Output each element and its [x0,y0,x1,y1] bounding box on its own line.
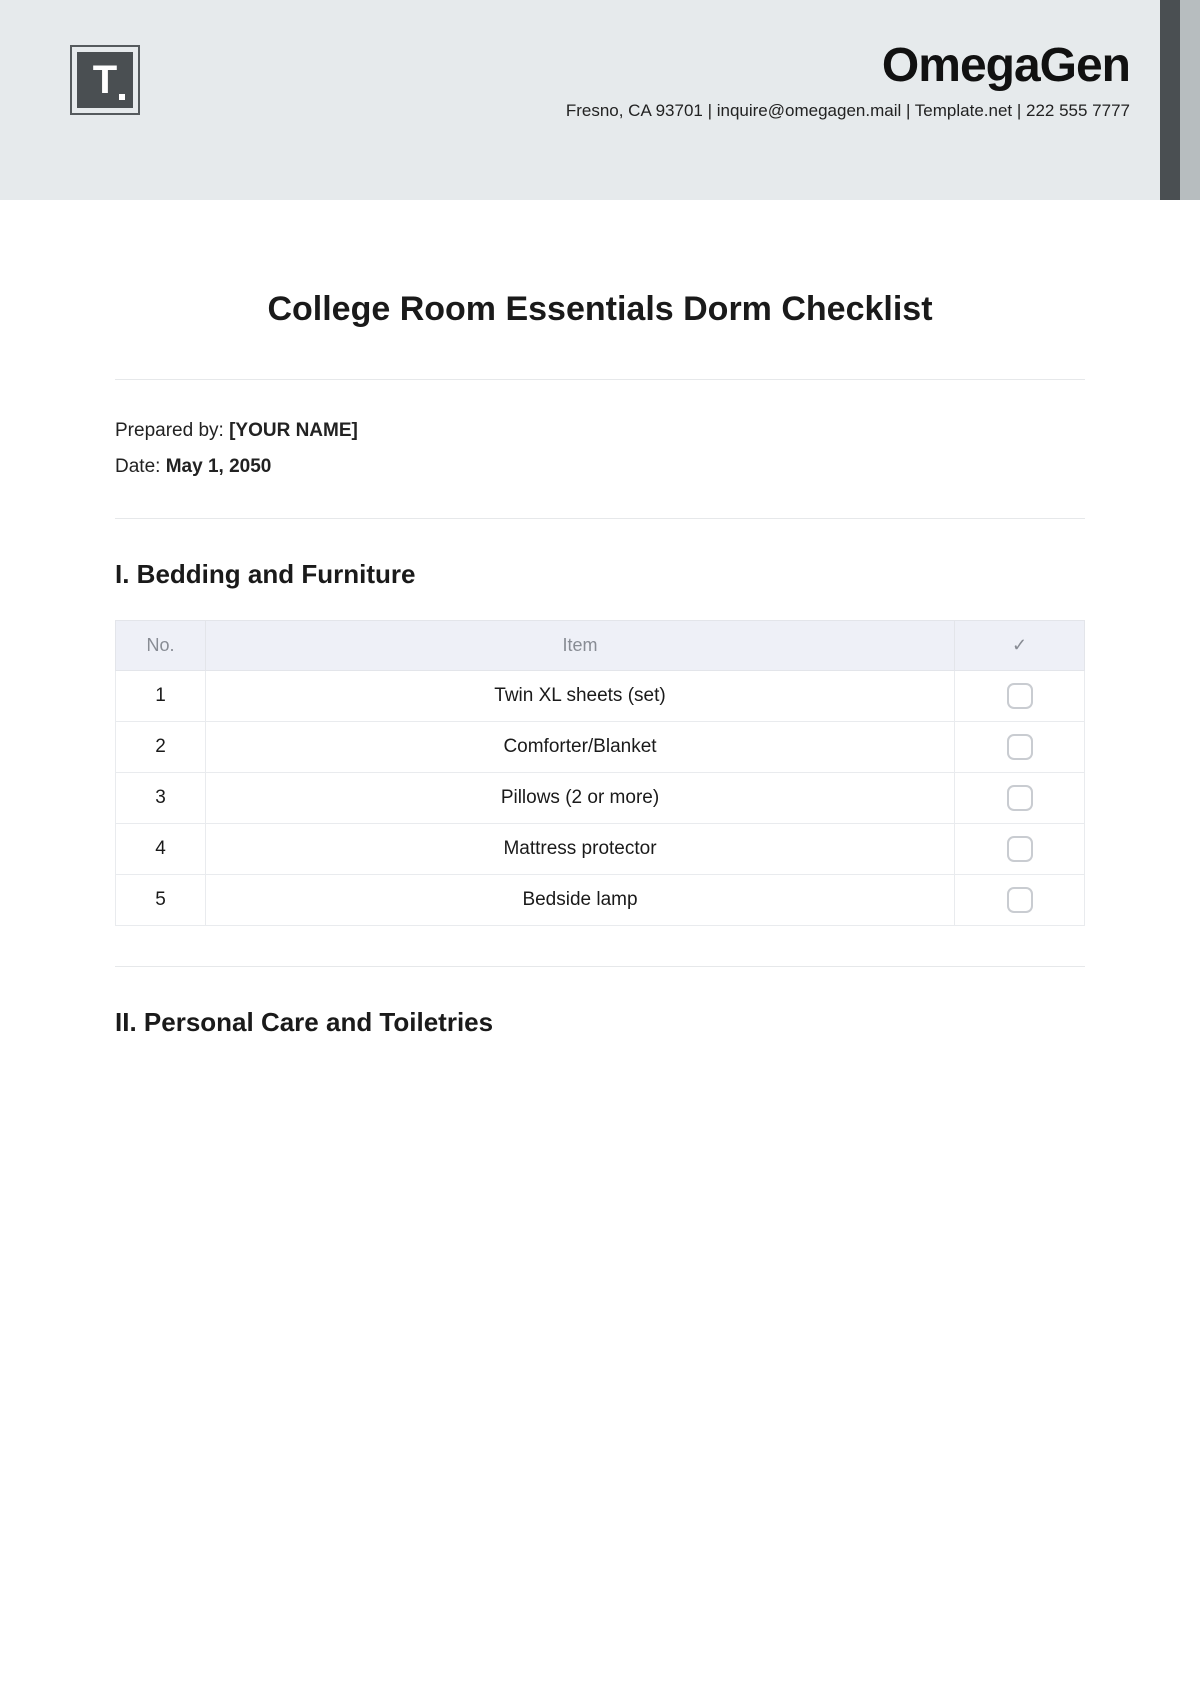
cell-no: 3 [116,773,206,824]
prepared-by-label: Prepared by: [115,420,229,441]
table-row: 3Pillows (2 or more) [116,773,1085,824]
date-line: Date: May 1, 2050 [115,456,1085,478]
divider [115,379,1085,380]
cell-item: Mattress protector [206,824,955,875]
cell-check [955,671,1085,722]
section-title: II. Personal Care and Toiletries [115,1007,1085,1038]
checkbox[interactable] [1007,836,1033,862]
column-header-no: No. [116,621,206,671]
cell-no: 4 [116,824,206,875]
checkbox[interactable] [1007,785,1033,811]
cell-check [955,722,1085,773]
section-title: I. Bedding and Furniture [115,559,1085,590]
cell-check [955,875,1085,926]
header-accent-light [1180,0,1200,200]
checklist-table: No.Item ✓ 1Twin XL sheets (set)2Comforter/… [115,620,1085,926]
header-accent-dark [1160,0,1180,200]
date-value: May 1, 2050 [166,456,272,477]
cell-no: 1 [116,671,206,722]
prepared-by-line: Prepared by: [YOUR NAME] [115,420,1085,442]
column-header-check: ✓ [955,621,1085,671]
brand-contact-info: Fresno, CA 93701 | inquire@omegagen.mail… [566,101,1130,121]
logo-letter: T [77,52,133,108]
checkbox[interactable] [1007,887,1033,913]
cell-item: Comforter/Blanket [206,722,955,773]
brand-block: OmegaGen Fresno, CA 93701 | inquire@omeg… [566,38,1130,121]
document-title: College Room Essentials Dorm Checklist [115,290,1085,329]
logo: T [70,45,140,115]
table-row: 2Comforter/Blanket [116,722,1085,773]
divider [115,518,1085,519]
header-band: T OmegaGen Fresno, CA 93701 | inquire@om… [0,0,1200,200]
divider [115,966,1085,967]
cell-item: Pillows (2 or more) [206,773,955,824]
cell-item: Bedside lamp [206,875,955,926]
date-label: Date: [115,456,166,477]
table-row: 4Mattress protector [116,824,1085,875]
cell-item: Twin XL sheets (set) [206,671,955,722]
cell-no: 2 [116,722,206,773]
cell-check [955,773,1085,824]
document-body: College Room Essentials Dorm Checklist P… [0,200,1200,1038]
table-row: 5Bedside lamp [116,875,1085,926]
cell-check [955,824,1085,875]
column-header-item: Item [206,621,955,671]
checkbox[interactable] [1007,734,1033,760]
check-icon: ✓ [1012,635,1027,655]
checkbox[interactable] [1007,683,1033,709]
cell-no: 5 [116,875,206,926]
brand-name: OmegaGen [566,38,1130,93]
prepared-by-value: [YOUR NAME] [229,420,358,441]
table-row: 1Twin XL sheets (set) [116,671,1085,722]
